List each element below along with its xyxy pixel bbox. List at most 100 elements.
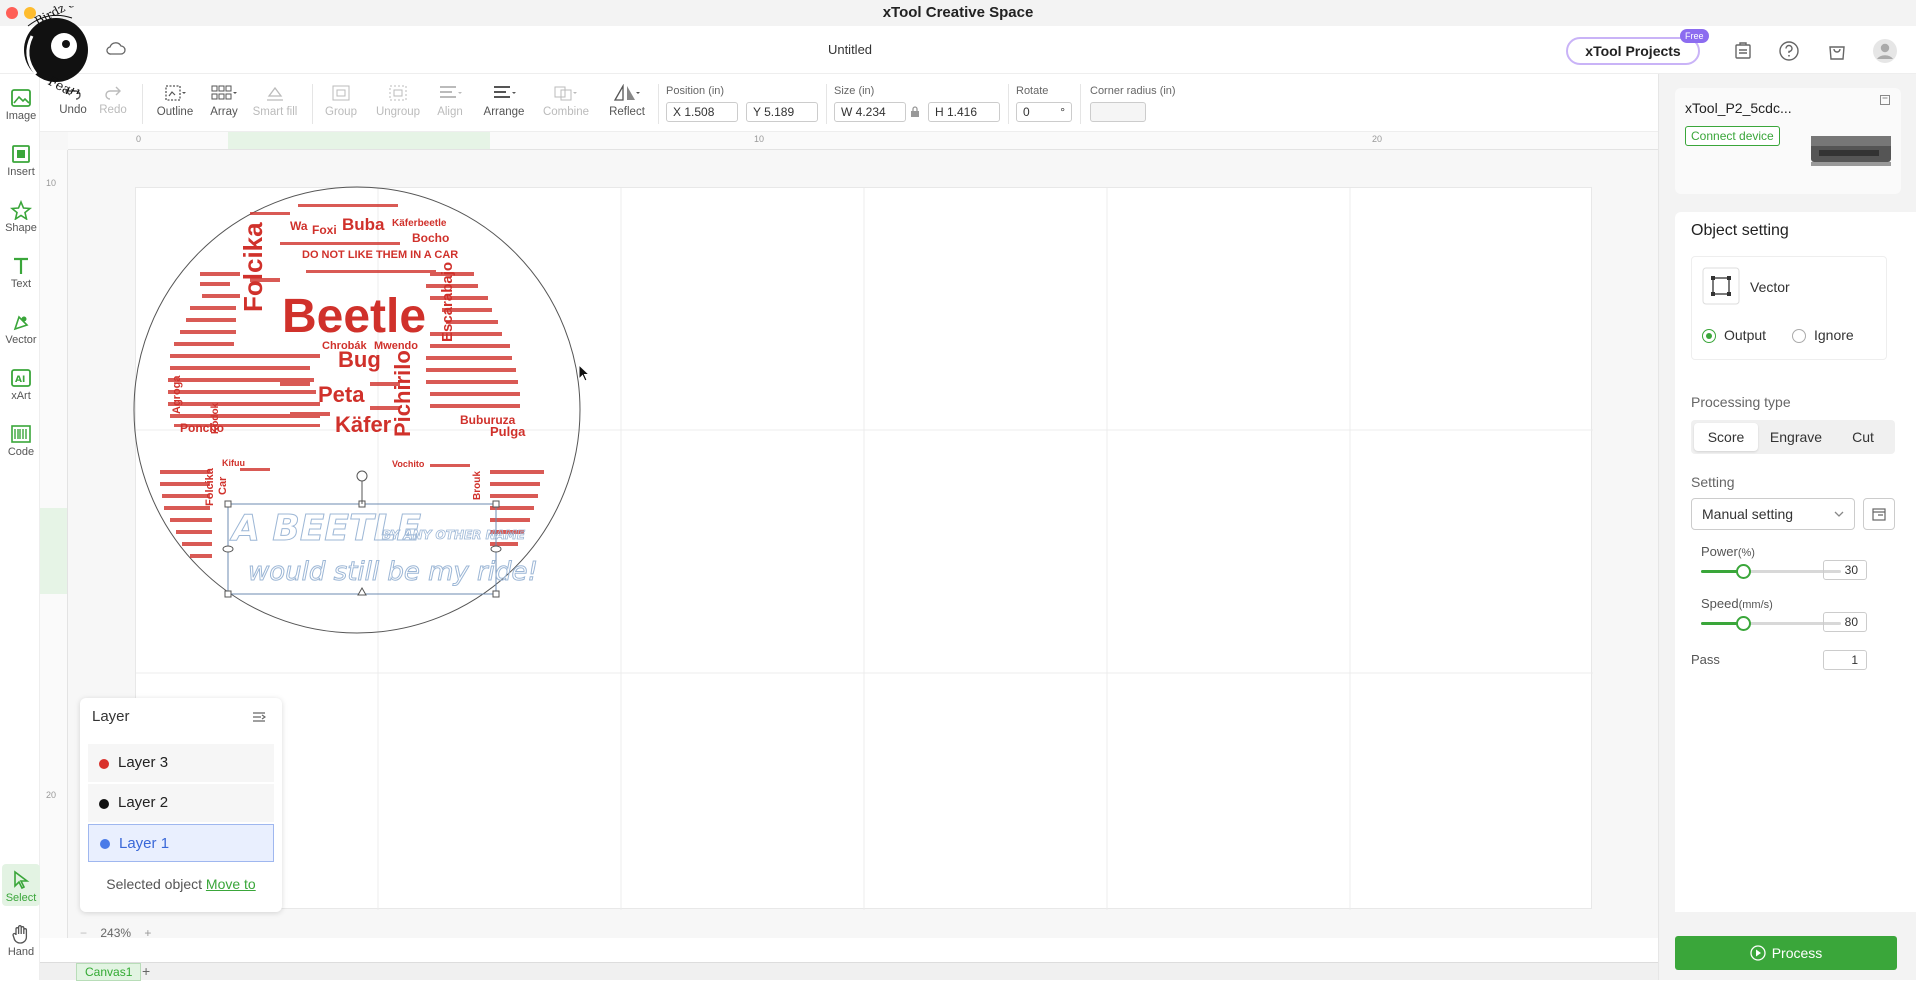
select-icon [14,870,30,890]
shape-icon [10,200,32,220]
word-kodok: Kodok [210,402,221,434]
tool-code[interactable]: Code [0,424,42,458]
move-to-link[interactable]: Move to [206,876,256,892]
combine-button[interactable]: Combine [542,84,590,118]
device-card[interactable]: xTool_P2_5cdc... Connect device [1675,88,1901,194]
zoom-out-button[interactable]: − [80,926,87,940]
tool-select-label: Select [5,892,37,904]
selected-text-object[interactable]: A BEETLE BY ANY OTHER NAME would still b… [222,470,538,598]
word-wa: Wa [290,219,308,233]
layer-row[interactable]: Layer 3 [88,744,274,782]
tool-vector[interactable]: Vector [0,312,42,346]
ignore-radio[interactable]: Ignore [1792,327,1872,345]
output-radio-dot [1702,329,1716,343]
corner-radius-input[interactable] [1090,102,1146,122]
layer-row-selected[interactable]: Layer 1 [88,824,274,862]
output-radio[interactable]: Output [1702,327,1782,345]
speed-slider[interactable] [1701,616,1841,631]
layer-color-dot [99,799,109,809]
outline-icon [165,85,186,101]
align-button[interactable]: Align [432,84,468,118]
layer-row[interactable]: Layer 2 [88,784,274,822]
tool-select[interactable]: Select [2,864,40,906]
power-input[interactable]: 30 [1823,560,1867,580]
free-badge: Free [1680,29,1709,43]
outline-button[interactable]: Outline [152,84,198,118]
redo-button[interactable]: Redo [96,84,130,116]
array-button[interactable]: Array [206,84,242,118]
tool-insert[interactable]: Insert [0,144,42,178]
tool-image-label: Image [5,110,37,122]
clipboard-icon[interactable] [1732,40,1754,62]
smart-fill-button[interactable]: Smart fill [248,84,302,118]
word-pichirilo: Pichirilo [390,350,415,437]
toolbar-divider [1080,84,1081,124]
layer-panel: Layer Layer 3 Layer 2 Layer 1 Selected o… [80,698,282,912]
zoom-level: 243% [100,926,132,940]
add-canvas-button[interactable]: + [142,963,150,979]
position-label: Position (in) [666,85,725,97]
size-w-input[interactable]: W 4.234 [834,102,906,122]
speed-slider-knob[interactable] [1736,616,1751,631]
size-h-input[interactable]: H 1.416 [928,102,1000,122]
cloud-icon[interactable] [106,40,126,56]
power-slider-knob[interactable] [1736,564,1751,579]
avatar[interactable] [1872,38,1898,64]
tool-xart[interactable]: AI xArt [0,368,42,402]
power-unit: (%) [1737,547,1755,559]
array-icon [211,85,237,100]
power-slider[interactable] [1701,564,1841,579]
arrange-button[interactable]: Arrange [482,84,526,118]
reflect-button[interactable]: Reflect [604,84,650,118]
processing-type-engrave[interactable]: Engrave [1761,423,1831,451]
arrange-label: Arrange [483,106,525,118]
top-bar: Untitled xTool Projects Free [0,26,1916,74]
tool-hand[interactable]: Hand [0,924,42,958]
setting-library-button[interactable] [1863,498,1895,530]
pass-input[interactable]: 1 [1823,650,1867,670]
zoom-control: − 243% + [80,926,151,940]
rotate-input[interactable]: 0 ° [1016,102,1072,122]
smart-fill-icon [267,86,283,101]
app-title: xTool Creative Space [882,4,1034,21]
canvas-tab-bar: Canvas1 + [40,962,1658,981]
design-artwork[interactable]: Beetle Folcika Käfer Pichirilo Bug Peta … [130,182,590,642]
pass-label: Pass [1691,652,1720,667]
device-settings-icon[interactable] [1879,94,1891,106]
undo-label: Undo [59,104,87,116]
ruler-tick: 20 [46,790,57,800]
layer-name: Layer 2 [118,794,169,811]
position-y-input[interactable]: Y 5.189 [746,102,818,122]
processing-type-cut[interactable]: Cut [1835,423,1891,451]
process-button[interactable]: Process [1675,936,1897,970]
xtool-projects-button[interactable]: xTool Projects [1566,37,1700,65]
rotate-handle[interactable] [356,470,368,482]
processing-type-score[interactable]: Score [1694,423,1758,451]
tool-text[interactable]: Text [0,256,42,290]
processing-type-label: Processing type [1691,394,1791,410]
chevron-down-icon [1834,511,1844,517]
save-setting-icon [1872,508,1886,521]
edit-toolbar: Undo Redo Outline Array Smart fill Group… [40,74,1658,132]
position-x-input[interactable]: X 1.508 [666,102,738,122]
svg-text:AI: AI [15,375,25,385]
lock-icon[interactable] [910,106,920,118]
tool-shape[interactable]: Shape [0,200,42,234]
group-button[interactable]: Group [322,84,360,118]
toolbar-divider [142,84,143,124]
text-line-1b: BY ANY OTHER NAME [382,528,526,542]
setting-dropdown[interactable]: Manual setting [1691,498,1855,530]
tab-canvas1[interactable]: Canvas1 [76,963,142,981]
ungroup-button[interactable]: Ungroup [374,84,422,118]
help-icon[interactable] [1778,40,1800,62]
rotate-value: 0 [1023,105,1030,119]
object-setting-title: Object setting [1691,222,1789,239]
layer-menu-icon[interactable] [252,710,266,724]
ruler-tick: 10 [754,134,765,144]
xtool-projects-label: xTool Projects [1585,43,1681,59]
shop-bag-icon[interactable] [1826,40,1848,62]
zoom-in-button[interactable]: + [144,926,151,940]
connect-device-button[interactable]: Connect device [1685,126,1780,146]
speed-input[interactable]: 80 [1823,612,1867,632]
play-icon [1750,945,1766,961]
